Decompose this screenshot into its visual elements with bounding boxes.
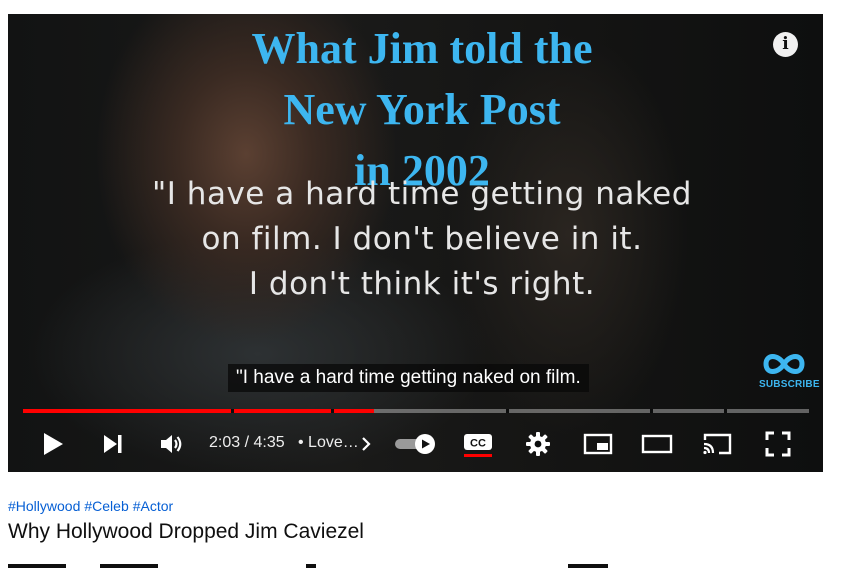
- clipped-text-fragment: [568, 564, 608, 568]
- chapter-chevron-button[interactable]: [358, 424, 374, 464]
- clipped-description: [8, 560, 628, 568]
- cc-icon: CC: [464, 434, 492, 457]
- hashtag-link[interactable]: #Actor: [133, 498, 173, 514]
- overlay-title-line: New York Post: [283, 85, 561, 134]
- clipped-text-fragment: [306, 564, 316, 568]
- fullscreen-button[interactable]: [762, 424, 794, 464]
- overlay-title-line: What Jim told the: [251, 24, 593, 73]
- chapter-divider: [650, 409, 653, 413]
- theater-mode-button[interactable]: [641, 424, 673, 464]
- gear-icon: [526, 432, 550, 456]
- cast-icon: [703, 433, 732, 455]
- cast-button[interactable]: [700, 424, 734, 464]
- subtitles-button[interactable]: CC: [462, 424, 494, 464]
- video-title: Why Hollywood Dropped Jim Caviezel: [8, 520, 364, 543]
- next-button[interactable]: [98, 424, 128, 464]
- miniplayer-icon: [583, 433, 613, 455]
- clipped-text-fragment: [8, 564, 66, 568]
- play-icon: [44, 433, 63, 455]
- video-player[interactable]: What Jim told the New York Post in 2002 …: [8, 14, 823, 472]
- hashtag-link[interactable]: #Hollywood: [8, 498, 80, 514]
- closed-caption: "I have a hard time getting naked on fil…: [228, 364, 589, 392]
- time-display: 2:03 / 4:35: [209, 434, 285, 451]
- watermark-label: SUBSCRIBE: [759, 379, 820, 390]
- hashtag-link[interactable]: #Celeb: [84, 498, 128, 514]
- miniplayer-button[interactable]: [582, 424, 614, 464]
- svg-text:CC: CC: [470, 438, 486, 450]
- info-icon[interactable]: i: [773, 32, 798, 57]
- next-icon: [104, 435, 122, 453]
- infinity-logo-icon: [763, 354, 805, 374]
- chapter-divider: [231, 409, 234, 413]
- hashtag-list: #Hollywood #Celeb #Actor: [8, 498, 177, 514]
- quote-line: I don't think it's right.: [248, 266, 596, 302]
- settings-button[interactable]: [522, 424, 554, 464]
- quote-line: "I have a hard time getting naked: [152, 176, 692, 212]
- chapter-divider: [331, 409, 334, 413]
- theater-icon: [641, 434, 673, 454]
- channel-watermark[interactable]: SUBSCRIBE: [759, 350, 820, 396]
- chapter-title-button[interactable]: • Love…: [298, 433, 359, 453]
- fullscreen-icon: [765, 431, 791, 457]
- chapter-divider: [724, 409, 727, 413]
- player-controls: 2:03 / 4:35 • Love… CC: [8, 424, 823, 464]
- progress-bar[interactable]: [23, 409, 809, 413]
- chapter-divider: [506, 409, 509, 413]
- clipped-text-fragment: [100, 564, 158, 568]
- chevron-right-icon: [362, 437, 371, 451]
- mute-button[interactable]: [156, 424, 188, 464]
- quote-line: on film. I don't believe in it.: [201, 221, 643, 257]
- autoplay-toggle[interactable]: [392, 424, 438, 464]
- progress-played: [23, 409, 374, 413]
- volume-icon: [161, 435, 182, 453]
- play-button[interactable]: [38, 424, 68, 464]
- overlay-quote: "I have a hard time getting naked on fil…: [8, 172, 823, 307]
- autoplay-toggle-icon: [395, 434, 435, 454]
